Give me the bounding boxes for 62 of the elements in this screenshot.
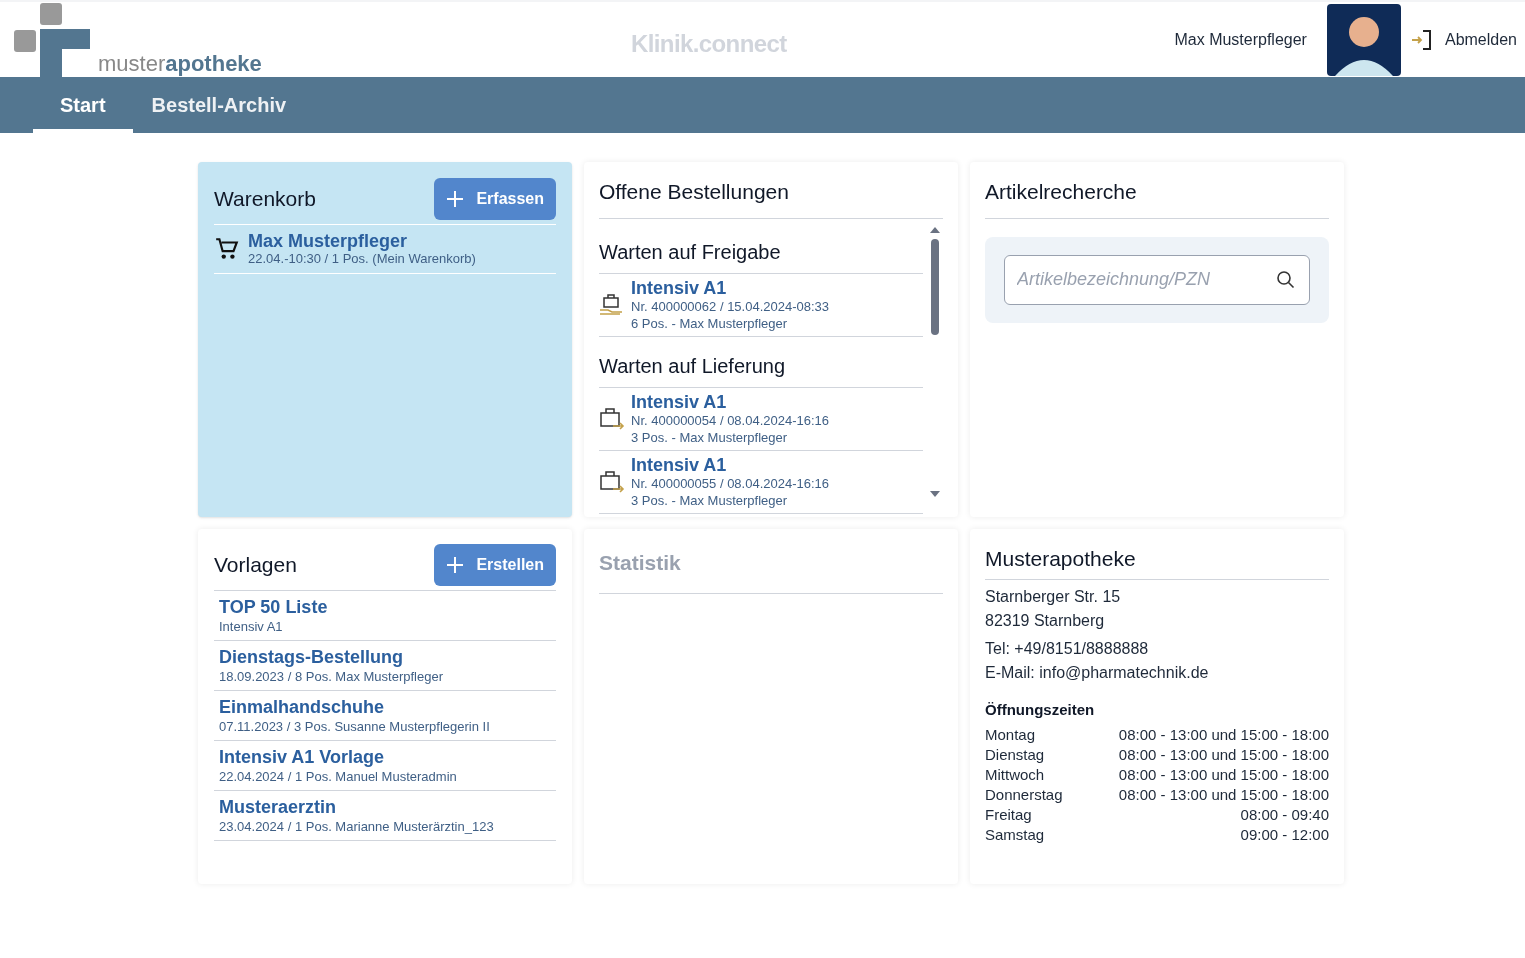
template-detail: 23.04.2024 / 1 Pos. Marianne Musterärztin_123 [219, 818, 495, 835]
address-line: Starnberger Str. 15 [985, 586, 1122, 607]
add-button[interactable]: Erstellen [434, 544, 556, 586]
add-button[interactable]: Erfassen [434, 178, 556, 220]
cart-link[interactable]: Max Musterpfleger [248, 231, 476, 251]
order-link[interactable]: Intensiv A1 [631, 391, 830, 412]
opening-time: 09:00 - 12:00 [1239, 825, 1329, 845]
cart-icon [214, 236, 240, 262]
search-icon[interactable] [1276, 269, 1296, 290]
logout-icon [1410, 28, 1433, 51]
panel-title: Vorlagen [214, 552, 297, 579]
weekday: Samstag [985, 825, 1046, 845]
address-line: 82319 Starnberg [985, 610, 1106, 631]
template-link[interactable]: Intensiv A1 Vorlage [219, 746, 551, 768]
panel-title: Warenkorb [214, 186, 316, 213]
user-name: Max Musterpfleger [1174, 29, 1307, 50]
section-heading: Warten auf Lieferung [599, 350, 923, 388]
weekday: Donnerstag [985, 785, 1064, 805]
opening-hours-heading: Öffnungszeiten [985, 699, 1096, 720]
template-detail: 18.09.2023 / 8 Pos. Max Musterpfleger [219, 668, 444, 685]
order-detail: 3 Pos. - Max Musterpfleger [631, 428, 789, 446]
weekday: Mittwoch [985, 765, 1046, 785]
order-detail: 6 Pos. - Max Musterpfleger [631, 314, 789, 332]
order-link[interactable]: Intensiv A1 [631, 454, 830, 475]
avatar-icon[interactable] [1326, 3, 1401, 76]
template-link[interactable]: Musteraerztin [219, 796, 551, 818]
weekday: Freitag [985, 805, 1033, 825]
template-detail: 22.04.2024 / 1 Pos. Manuel Musteradmin [219, 768, 458, 785]
weekday: Dienstag [985, 745, 1046, 765]
opening-time: 08:00 - 09:40 [1239, 805, 1329, 825]
order-link[interactable]: Intensiv A1 [631, 277, 830, 298]
logout-button[interactable]: Abmelden [1410, 27, 1517, 52]
template-link[interactable]: Einmalhandschuhe [219, 696, 551, 718]
order-detail: 3 Pos. - Max Musterpfleger [631, 491, 789, 509]
order-number: Nr. 400000054 / 08.04.2024-16:16 [631, 411, 830, 429]
logo-text: musterapotheke [97, 52, 262, 75]
briefcase-arrow-icon [599, 406, 625, 431]
opening-time: 08:00 - 13:00 und 15:00 - 18:00 [1117, 725, 1329, 745]
nav-tab[interactable]: Start [33, 77, 133, 133]
template-link[interactable]: TOP 50 Liste [219, 596, 551, 618]
panel-title: Musterapotheke [985, 543, 1329, 580]
section-heading: Warten auf Freigabe [599, 236, 923, 274]
opening-time: 08:00 - 13:00 und 15:00 - 18:00 [1117, 765, 1329, 785]
briefcase-arrow-icon [599, 469, 625, 494]
plus-icon [446, 556, 465, 574]
template-detail: 07.11.2023 / 3 Pos. Susanne Musterpflegerin II [219, 718, 491, 735]
panel-title: Artikelrecherche [985, 176, 1329, 219]
panel-title: Offene Bestellungen [599, 176, 943, 219]
weekday: Montag [985, 725, 1037, 745]
opening-time: 08:00 - 13:00 und 15:00 - 18:00 [1117, 745, 1329, 765]
contact-line: E-Mail: info@pharmatechnik.de [985, 662, 1210, 683]
order-number: Nr. 400000055 / 08.04.2024-16:16 [631, 474, 830, 492]
template-detail: Intensiv A1 [219, 618, 284, 635]
contact-line: Tel: +49/8151/8888888 [985, 638, 1150, 659]
template-link[interactable]: Dienstags-Bestellung [219, 646, 551, 668]
cart-detail: 22.04.-10:30 / 1 Pos. (Mein Warenkorb) [248, 251, 476, 267]
plus-icon [446, 190, 465, 208]
briefcase-hand-icon [599, 292, 625, 317]
order-number: Nr. 400000062 / 15.04.2024-08:33 [631, 297, 830, 315]
nav-tab[interactable]: Bestell-Archiv [132, 77, 306, 133]
opening-time: 08:00 - 13:00 und 15:00 - 18:00 [1117, 785, 1329, 805]
panel-title: Statistik [599, 547, 943, 594]
